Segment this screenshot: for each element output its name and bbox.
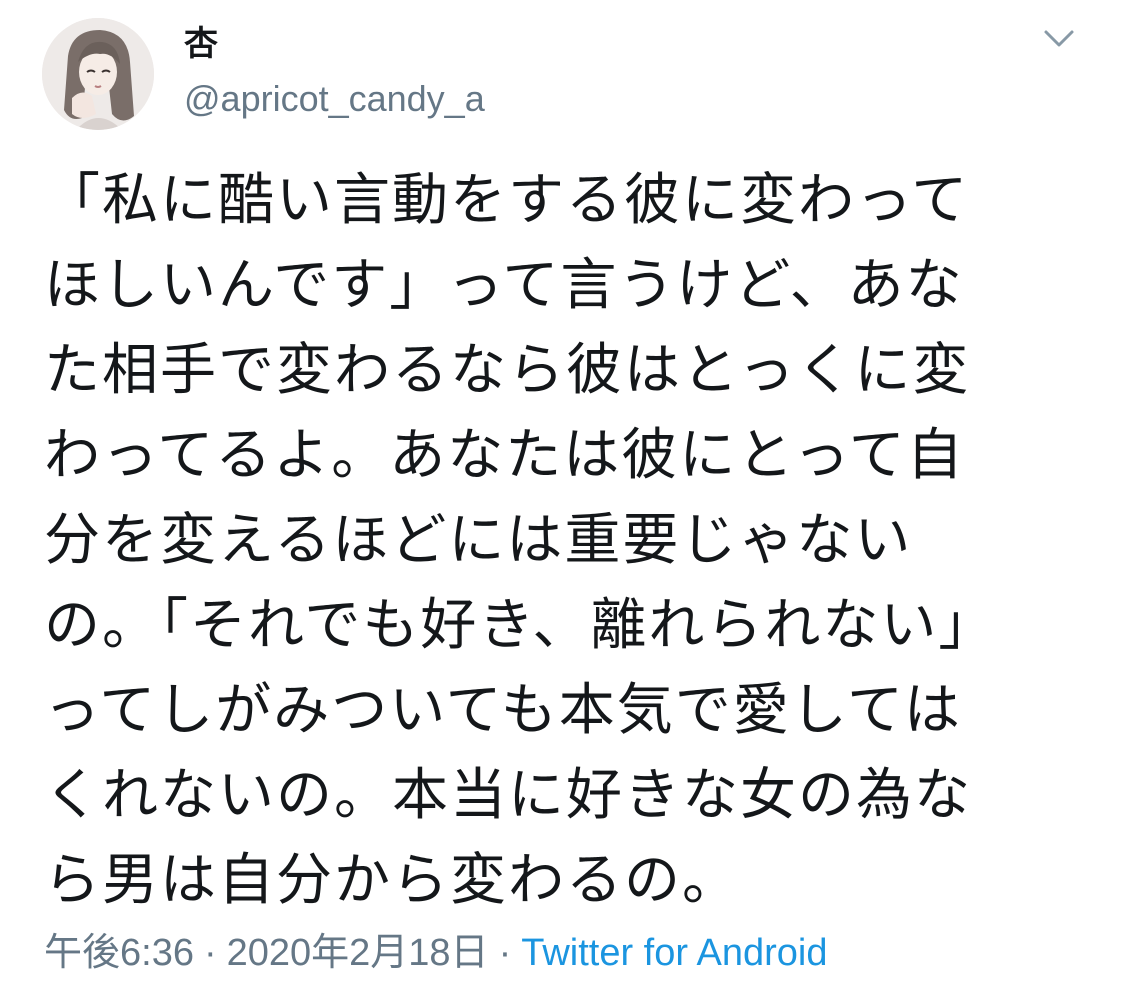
separator: ·	[498, 932, 512, 974]
tweet-text-line: 分を変えるほどには重要じゃない	[44, 508, 913, 573]
separator: ·	[203, 932, 217, 974]
tweet-text-line: た相手で変わるなら彼はとっくに変	[44, 338, 971, 403]
tweet-source-link[interactable]: Twitter for Android	[521, 932, 827, 974]
tweet-date[interactable]: 2020年2月18日	[227, 932, 489, 974]
tweet-text-line: ほしいんです」って言うけど、あな	[44, 253, 964, 318]
chevron-down-icon[interactable]	[1034, 20, 1084, 60]
avatar[interactable]	[42, 18, 154, 130]
tweet-text-line: くれないの。本当に好きな女の為な	[44, 763, 972, 828]
tweet-text-line: ってしがみついても本気で愛しては	[44, 678, 962, 743]
user-handle[interactable]: @apricot_candy_a	[184, 76, 485, 122]
tweet-text-line: わってるよ。あなたは彼にとって自	[44, 423, 965, 488]
tweet-text-line: の。「それでも好き、離れられない」	[44, 593, 997, 658]
tweet-card: 杏 @apricot_candy_a 「私に酷い言動をする彼に変わって ほしいん…	[0, 0, 1124, 986]
tweet-text: 「私に酷い言動をする彼に変わって ほしいんです」って言うけど、あな た相手で変わ…	[44, 158, 1084, 923]
tweet-text-line: 「私に酷い言動をする彼に変わって	[44, 168, 970, 233]
tweet-meta: 午後6:36 · 2020年2月18日 · Twitter for Android	[44, 928, 827, 978]
tweet-time[interactable]: 午後6:36	[44, 932, 194, 974]
display-name[interactable]: 杏	[184, 22, 218, 66]
tweet-text-line: ら男は自分から変わるの。	[44, 848, 740, 913]
